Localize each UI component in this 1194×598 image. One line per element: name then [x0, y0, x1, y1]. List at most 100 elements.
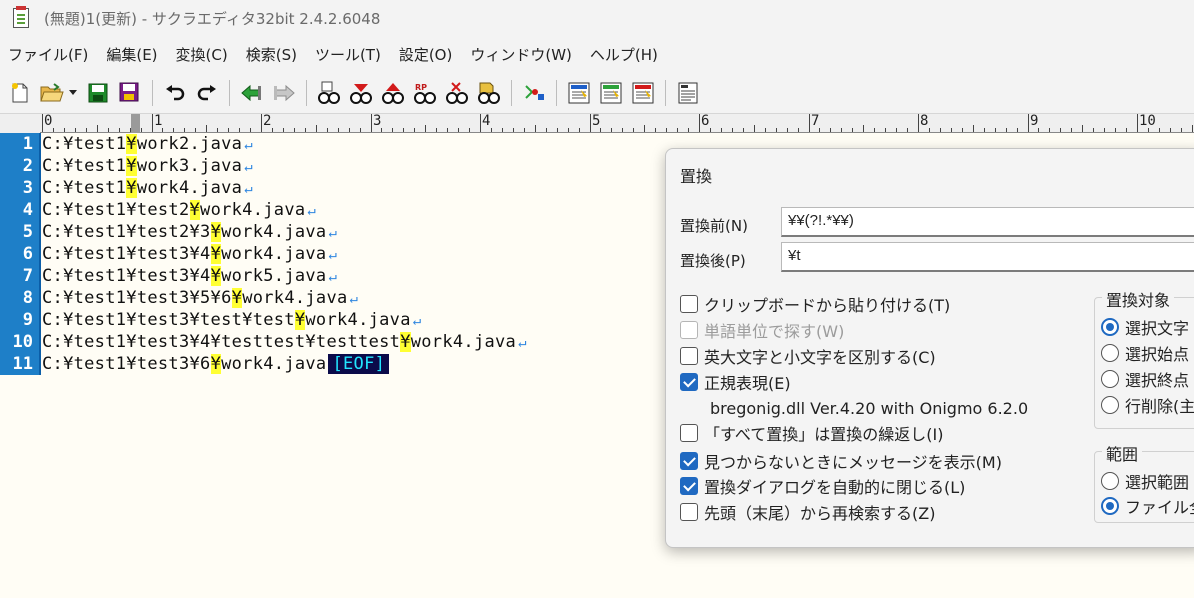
option-regex[interactable]: 正規表現(E) — [680, 370, 791, 394]
ruler-tick — [666, 128, 667, 132]
menu-edit[interactable]: 編集(E) — [102, 44, 167, 65]
clear-mark-icon[interactable] — [444, 80, 470, 106]
ruler-tick — [152, 114, 153, 132]
document-list-icon[interactable] — [675, 80, 701, 106]
save-icon[interactable] — [85, 80, 111, 106]
search-highlight: ¥ — [210, 222, 222, 242]
target-selection-radio[interactable]: 選択文字 — [1101, 315, 1189, 339]
common-setting-icon[interactable] — [630, 80, 656, 106]
menu-help[interactable]: ヘルプ(H) — [586, 44, 668, 65]
ruler-tick — [469, 128, 470, 132]
ruler-tick — [108, 128, 109, 132]
checkbox[interactable] — [680, 347, 698, 365]
search-highlight: ¥ — [189, 200, 201, 220]
replace-icon[interactable]: RP — [412, 80, 438, 106]
search-icon[interactable] — [316, 80, 342, 106]
radio[interactable] — [1101, 396, 1119, 414]
jump-back-icon[interactable] — [239, 80, 265, 106]
target-delete-line-radio[interactable]: 行削除(主 — [1101, 393, 1194, 417]
radio[interactable] — [1101, 344, 1119, 362]
ruler-tick — [206, 125, 207, 132]
ruler-tick — [918, 114, 919, 132]
option-replace-all-repeat[interactable]: 「すべて置換」は置換の繰返し(I) — [680, 421, 943, 445]
ruler-label: 3 — [373, 113, 382, 129]
checkbox-checked[interactable] — [680, 373, 698, 391]
undo-icon[interactable] — [162, 80, 188, 106]
line-text: C:¥test1¥test2¥3¥work4.java ↵ — [42, 222, 338, 242]
ruler-tick — [502, 128, 503, 132]
search-prev-icon[interactable] — [380, 80, 406, 106]
search-next-icon[interactable] — [348, 80, 374, 106]
replace-after-input[interactable]: ¥t — [781, 242, 1194, 272]
ruler-tick — [392, 128, 393, 132]
ruler-label: 0 — [44, 113, 53, 129]
ruler-label: 7 — [811, 113, 820, 129]
menu-tools[interactable]: ツール(T) — [311, 44, 391, 65]
type-setting-icon[interactable] — [598, 80, 624, 106]
ruler-tick — [195, 128, 196, 132]
open-dropdown-arrow[interactable] — [68, 80, 78, 106]
replace-before-label: 置換前(N) — [680, 217, 748, 235]
menu-settings[interactable]: 設定(O) — [395, 44, 463, 65]
new-file-icon[interactable] — [7, 80, 33, 106]
toolbar-separator — [152, 79, 153, 106]
option-case-sensitive[interactable]: 英大文字と小文字を区別する(C) — [680, 344, 936, 368]
outline-icon[interactable] — [566, 80, 592, 106]
checkbox[interactable] — [680, 424, 698, 442]
checkbox[interactable] — [680, 295, 698, 313]
ruler-tick — [710, 128, 711, 132]
ruler-tick — [765, 128, 766, 132]
option-paste-clipboard[interactable]: クリップボードから貼り付ける(T) — [680, 292, 950, 316]
replace-before-input[interactable]: ¥¥(?!.*¥¥) — [781, 207, 1194, 237]
menu-search[interactable]: 検索(S) — [242, 44, 307, 65]
radio-selected[interactable] — [1101, 318, 1119, 336]
bracket-jump-icon[interactable] — [521, 80, 547, 106]
option-message-not-found[interactable]: 見つからないときにメッセージを表示(M) — [680, 449, 1002, 473]
menu-convert[interactable]: 変換(C) — [172, 44, 238, 65]
ruler-tick — [557, 128, 558, 132]
menu-window[interactable]: ウィンドウ(W) — [466, 44, 582, 65]
toolbar-separator — [229, 79, 230, 106]
ruler-tick — [809, 114, 810, 132]
ruler-label: 9 — [1030, 113, 1039, 129]
svg-text:RP: RP — [415, 83, 427, 92]
range-selection-radio[interactable]: 選択範囲 — [1101, 469, 1189, 493]
ruler-tick — [1017, 128, 1018, 132]
option-auto-close[interactable]: 置換ダイアログを自動的に閉じる(L) — [680, 474, 965, 498]
ruler-tick — [1082, 125, 1083, 132]
dialog-title: 置換 — [680, 167, 713, 186]
ruler-tick — [1006, 128, 1007, 132]
search-highlight: ¥ — [231, 288, 243, 308]
line-number: 1 — [22, 134, 33, 154]
ruler-tick — [535, 125, 536, 132]
option-search-from-top[interactable]: 先頭（末尾）から再検索する(Z) — [680, 500, 935, 524]
line-number: 9 — [22, 310, 33, 330]
open-folder-icon[interactable] — [39, 80, 65, 106]
checkbox-checked[interactable] — [680, 452, 698, 470]
ruler-tick — [436, 128, 437, 132]
ruler-tick — [119, 128, 120, 132]
ruler-tick — [841, 128, 842, 132]
ruler-label: 6 — [701, 113, 710, 129]
checkbox[interactable] — [680, 503, 698, 521]
menu-file[interactable]: ファイル(F) — [4, 44, 98, 65]
jump-forward-icon[interactable] — [271, 80, 297, 106]
ruler-tick — [798, 128, 799, 132]
grep-icon[interactable] — [476, 80, 502, 106]
save-all-icon[interactable] — [117, 80, 143, 106]
checkbox-checked[interactable] — [680, 477, 698, 495]
ruler-label: 2 — [263, 113, 272, 129]
ruler-tick — [1192, 125, 1193, 132]
line-text: C:¥test1¥test3¥6¥work4.java [EOF] — [42, 353, 390, 375]
ruler-tick — [579, 128, 580, 132]
ruler-tick — [962, 128, 963, 132]
menu-bar: ファイル(F) 編集(E) 変換(C) 検索(S) ツール(T) 設定(O) ウ… — [0, 36, 1194, 72]
range-whole-file-radio[interactable]: ファイル全 — [1101, 494, 1194, 518]
radio[interactable] — [1101, 472, 1119, 490]
target-start-radio[interactable]: 選択始点 — [1101, 341, 1189, 365]
redo-icon[interactable] — [194, 80, 220, 106]
newline-mark-icon: ↵ — [328, 269, 338, 285]
radio[interactable] — [1101, 370, 1119, 388]
radio-selected[interactable] — [1101, 497, 1119, 515]
target-end-radio[interactable]: 選択終点 — [1101, 367, 1189, 391]
